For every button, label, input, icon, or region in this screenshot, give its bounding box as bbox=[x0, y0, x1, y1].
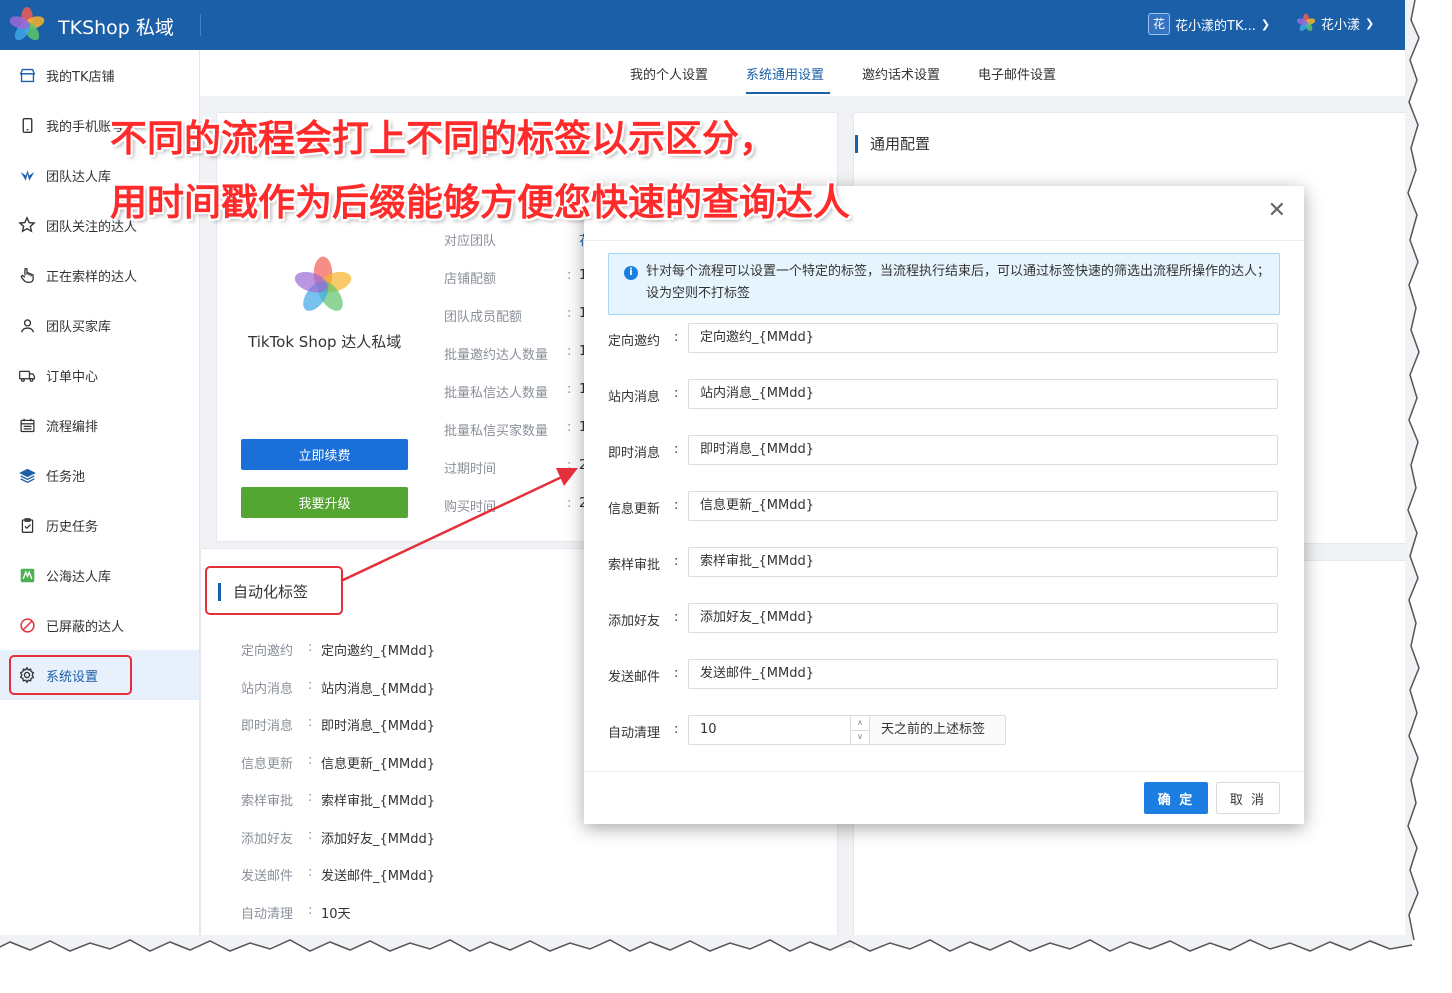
caption-line-1: 不同的流程会打上不同的标签以示区分， bbox=[110, 117, 776, 160]
caption-line-2: 用时间戳作为后缀能够方便您快速的查询达人 bbox=[110, 181, 850, 224]
torn-edge-bottom bbox=[0, 935, 1413, 952]
app-window: TKShop 私域 花 花小漾的TK... ❯ 花小漾 ❯ 我的TK店铺 我的手… bbox=[0, 0, 1412, 948]
torn-edge-right bbox=[1405, 0, 1420, 945]
